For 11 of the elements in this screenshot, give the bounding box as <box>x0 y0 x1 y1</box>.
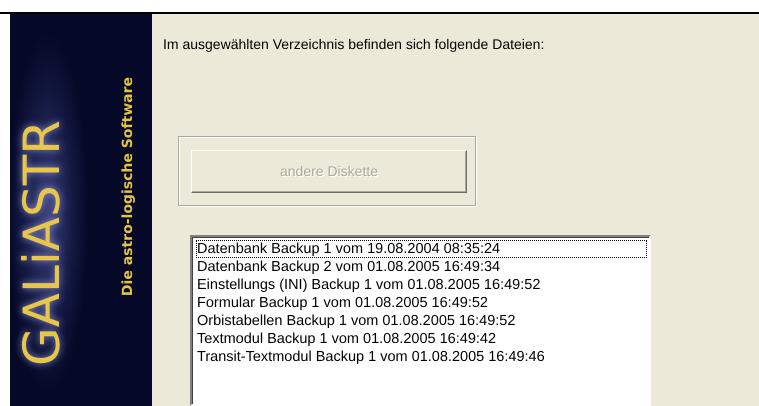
file-list-item[interactable]: Datenbank Backup 2 vom 01.08.2005 16:49:34 <box>196 258 647 276</box>
file-list-item[interactable]: Orbistabellen Backup 1 vom 01.08.2005 16:49:52 <box>196 312 647 330</box>
file-list-item[interactable]: Transit-Textmodul Backup 1 vom 01.08.2005 16:49:46 <box>196 348 647 366</box>
file-list-item[interactable]: Formular Backup 1 vom 01.08.2005 16:49:52 <box>196 294 647 312</box>
file-list-item[interactable]: Textmodul Backup 1 vom 01.08.2005 16:49:42 <box>196 330 647 348</box>
logo-text: GALiASTR <box>14 120 70 366</box>
file-list-item[interactable]: Datenbank Backup 1 vom 19.08.2004 08:35:24 <box>196 240 647 258</box>
tagline: Die astro-logische Software <box>120 76 136 296</box>
file-list[interactable] <box>190 235 651 406</box>
instruction-text: Im ausgewählten Verzeichnis befinden sich folgende Dateien: <box>163 36 544 52</box>
file-list-item[interactable]: Einstellungs (INI) Backup 1 vom 01.08.2005 16:49:52 <box>196 276 647 294</box>
